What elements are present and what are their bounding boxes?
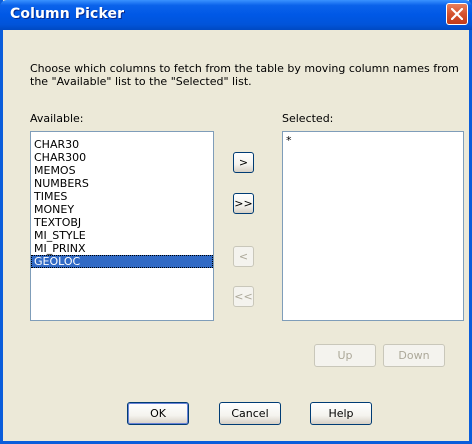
- available-list[interactable]: CHAR30 CHAR300 MEMOS NUMBERS TIMES MONEY TEXTO…: [30, 131, 214, 321]
- remove-column-button[interactable]: <: [233, 246, 254, 267]
- ok-button[interactable]: OK: [127, 402, 189, 425]
- title-bar[interactable]: Column Picker: [0, 0, 472, 30]
- move-up-button[interactable]: Up: [314, 344, 376, 367]
- cancel-button[interactable]: Cancel: [219, 402, 281, 425]
- window-title: Column Picker: [10, 6, 125, 22]
- close-button[interactable]: [446, 3, 468, 25]
- move-up-label: Up: [337, 349, 353, 362]
- list-item[interactable]: TIMES: [31, 190, 213, 203]
- help-label: Help: [328, 407, 354, 420]
- list-item[interactable]: MI_PRINX: [31, 242, 213, 255]
- add-all-columns-button[interactable]: >>: [233, 193, 254, 214]
- available-label: Available:: [30, 112, 84, 125]
- list-item[interactable]: CHAR30: [31, 138, 213, 151]
- list-item[interactable]: GEOLOC: [31, 255, 213, 268]
- column-picker-dialog: Column Picker Choose which columns to fe…: [0, 0, 472, 444]
- instructions-text: Choose which columns to fetch from the t…: [30, 62, 459, 88]
- remove-all-columns-label: <<: [234, 290, 253, 303]
- move-down-button[interactable]: Down: [383, 344, 445, 367]
- add-column-button[interactable]: >: [233, 152, 254, 173]
- add-column-label: >: [238, 156, 249, 169]
- list-item[interactable]: TEXTOBJ: [31, 216, 213, 229]
- selected-label: Selected:: [282, 112, 334, 125]
- close-icon: [451, 8, 463, 20]
- list-item[interactable]: NUMBERS: [31, 177, 213, 190]
- help-button[interactable]: Help: [310, 402, 372, 425]
- ok-label: OK: [150, 407, 166, 420]
- move-down-label: Down: [398, 349, 430, 362]
- list-item[interactable]: MI_STYLE: [31, 229, 213, 242]
- remove-column-label: <: [238, 250, 249, 263]
- list-item[interactable]: MEMOS: [31, 164, 213, 177]
- list-item[interactable]: *: [283, 134, 463, 147]
- list-item[interactable]: MONEY: [31, 203, 213, 216]
- remove-all-columns-button[interactable]: <<: [233, 286, 254, 307]
- list-item[interactable]: CHAR300: [31, 151, 213, 164]
- selected-list[interactable]: *: [282, 131, 464, 321]
- add-all-columns-label: >>: [234, 197, 253, 210]
- cancel-label: Cancel: [231, 407, 269, 420]
